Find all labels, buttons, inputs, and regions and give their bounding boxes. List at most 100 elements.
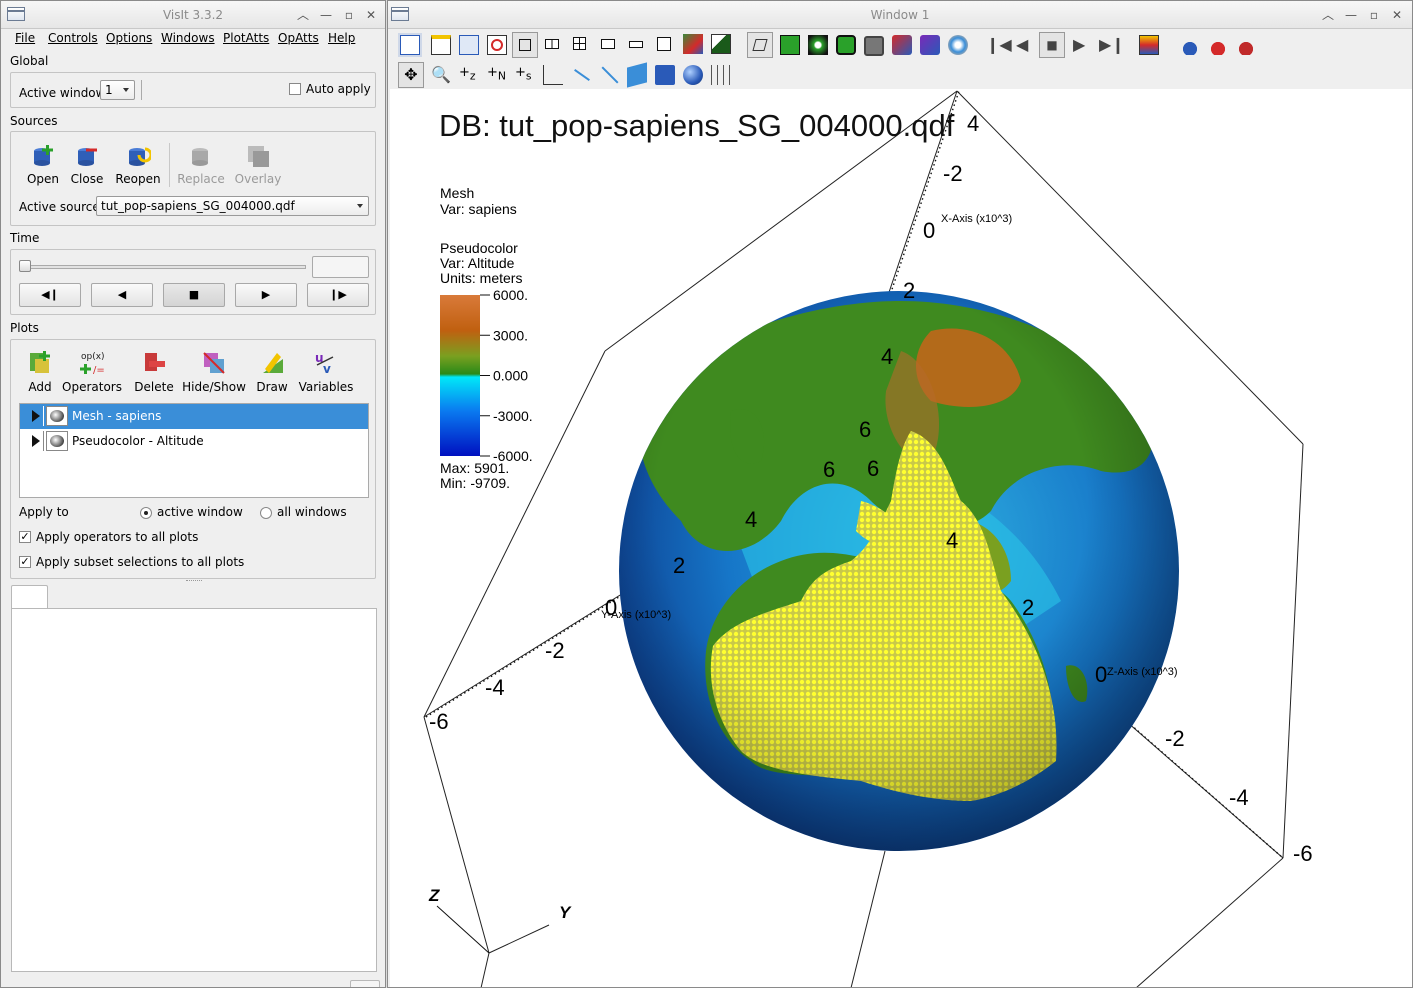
all-windows-radio[interactable] [260, 507, 272, 519]
stop-button[interactable]: ■ [163, 283, 225, 307]
play-button[interactable]: ▶ [235, 283, 297, 307]
add-plot-button[interactable]: Add [21, 349, 59, 394]
zone-pick-icon[interactable]: +z [459, 65, 479, 85]
light-background-icon[interactable] [711, 34, 731, 54]
menu-help[interactable]: Help [328, 31, 355, 45]
axis-restriction-icon[interactable] [711, 65, 731, 85]
menu-file[interactable]: File [15, 31, 35, 45]
plane-tool-icon[interactable] [627, 62, 647, 88]
active-window-radio[interactable] [140, 507, 152, 519]
lock-time-icon[interactable] [948, 35, 968, 55]
z-tick-label: 6 [867, 456, 879, 481]
delete-window-icon[interactable] [487, 35, 507, 55]
apply-subsets-checkbox[interactable]: ✓ [19, 556, 31, 568]
play-icon[interactable]: ▶ [1073, 36, 1093, 56]
menu-controls[interactable]: Controls [48, 31, 98, 45]
operators-button[interactable]: op(x) /= Operators [61, 349, 123, 394]
minimize-icon[interactable]: — [318, 7, 334, 23]
maximize-icon[interactable]: ▫ [1366, 7, 1382, 23]
plot-visibility-icon[interactable] [46, 431, 68, 451]
choose-center-icon[interactable] [892, 35, 912, 55]
menu-options[interactable]: Options [106, 31, 152, 45]
notepad-area[interactable] [11, 608, 377, 972]
resize-grip[interactable] [350, 980, 380, 987]
spreadsheet-pick-icon[interactable]: +s [515, 65, 535, 85]
draw-button[interactable]: Draw [253, 349, 291, 394]
last-frame-icon[interactable]: ▶❙ [1099, 36, 1125, 56]
splitter-handle[interactable] [186, 580, 202, 583]
reopen-button[interactable]: Reopen [115, 143, 161, 186]
menu-windows[interactable]: Windows [161, 31, 215, 45]
layout-2x4-icon[interactable] [629, 41, 643, 48]
layout-1x2-icon[interactable] [545, 39, 559, 49]
menubar: File Controls Options Windows PlotAtts O… [1, 29, 385, 49]
lock-view-icon[interactable] [920, 35, 940, 55]
expand-icon[interactable] [24, 431, 44, 451]
navigate-mode-icon[interactable]: ✥ [398, 62, 424, 88]
open-button[interactable]: Open [23, 143, 63, 186]
plot-visibility-icon[interactable] [46, 406, 68, 426]
plot-list-item[interactable]: Pseudocolor - Altitude [20, 429, 368, 454]
step-forward-button[interactable]: ❙▶ [307, 283, 369, 307]
step-back-icon[interactable]: ◀ [1016, 36, 1036, 56]
close-icon[interactable]: ✕ [363, 7, 379, 23]
stop-icon[interactable]: ■ [1039, 32, 1065, 58]
menu-plotatts[interactable]: PlotAtts [223, 31, 269, 45]
node-pick-icon[interactable]: +N [487, 65, 507, 85]
maximize-icon[interactable]: ▫ [341, 7, 357, 23]
time-field[interactable] [312, 256, 369, 278]
plot-list[interactable]: Mesh - sapiens Pseudocolor - Altitude [19, 403, 369, 498]
variables-button[interactable]: u v Variables [295, 349, 357, 394]
vis-render-area[interactable]: Z Y DB: tut_pop-sapiens_SG_004000.qdf Me… [390, 89, 1412, 988]
y-tick-label: -4 [485, 675, 505, 700]
curve-zoom-icon[interactable] [543, 65, 563, 85]
new-window-icon[interactable] [431, 35, 451, 55]
play-reverse-button[interactable]: ◀ [91, 283, 153, 307]
invert-background-icon[interactable] [683, 34, 703, 54]
reset-view-icon[interactable] [780, 35, 800, 55]
layout-2x2-icon[interactable] [573, 37, 586, 50]
shade-icon[interactable]: ︿ [295, 7, 311, 23]
minimize-icon[interactable]: — [1343, 7, 1359, 23]
render-scene[interactable]: Z Y DB: tut_pop-sapiens_SG_004000.qdf Me… [390, 89, 1412, 988]
paste-attributes-icon[interactable] [1208, 35, 1228, 55]
hide-show-button[interactable]: Hide/Show [181, 349, 247, 394]
svg-text:v: v [323, 362, 331, 376]
close-button[interactable]: Close [67, 143, 107, 186]
layout-3x3-icon[interactable] [657, 37, 671, 51]
first-frame-icon[interactable]: ❙◀ [986, 36, 1012, 56]
apply-operators-checkbox[interactable]: ✓ [19, 531, 31, 543]
clone-window-icon[interactable] [459, 35, 479, 55]
main-titlebar[interactable]: VisIt 3.3.2 ︿ — ▫ ✕ [1, 1, 385, 29]
expand-icon[interactable] [24, 406, 44, 426]
active-window-combo[interactable]: 1 [100, 80, 135, 100]
perspective-icon[interactable] [747, 32, 773, 58]
step-back-button[interactable]: ◀❙ [19, 283, 81, 307]
camera-icon[interactable] [864, 36, 884, 56]
undo-view-icon[interactable] [836, 35, 856, 55]
layout-2x3-icon[interactable] [601, 39, 615, 49]
box-tool-icon[interactable] [655, 65, 675, 85]
line-tool-icon[interactable] [599, 65, 619, 85]
pc-legend-min: Min: -9709. [440, 475, 510, 491]
vis-titlebar[interactable]: Window 1 ︿ — ▫ ✕ [388, 1, 1412, 29]
auto-apply-checkbox[interactable] [289, 83, 301, 95]
active-window-toggle-icon[interactable] [400, 35, 420, 55]
menu-opatts[interactable]: OpAtts [278, 31, 319, 45]
close-icon[interactable]: ✕ [1389, 7, 1405, 23]
spreadsheet-icon[interactable] [1139, 35, 1159, 55]
zoom-mode-icon[interactable]: 🔍 [431, 65, 451, 85]
notepad-tab[interactable] [11, 585, 48, 609]
copy-attributes-icon[interactable] [1180, 35, 1200, 55]
shade-icon[interactable]: ︿ [1320, 7, 1336, 23]
sphere-tool-icon[interactable] [683, 65, 703, 85]
layout-1x1-icon[interactable] [512, 32, 538, 58]
clear-pick-icon[interactable] [1236, 35, 1256, 55]
time-slider-track[interactable] [23, 265, 306, 269]
lineout-icon[interactable] [571, 65, 591, 85]
recenter-view-icon[interactable] [808, 35, 828, 55]
delete-plot-button[interactable]: Delete [133, 349, 175, 394]
plot-list-item[interactable]: Mesh - sapiens [20, 404, 368, 429]
active-source-combo[interactable]: tut_pop-sapiens_SG_004000.qdf [96, 196, 369, 216]
time-slider-handle[interactable] [19, 260, 31, 272]
